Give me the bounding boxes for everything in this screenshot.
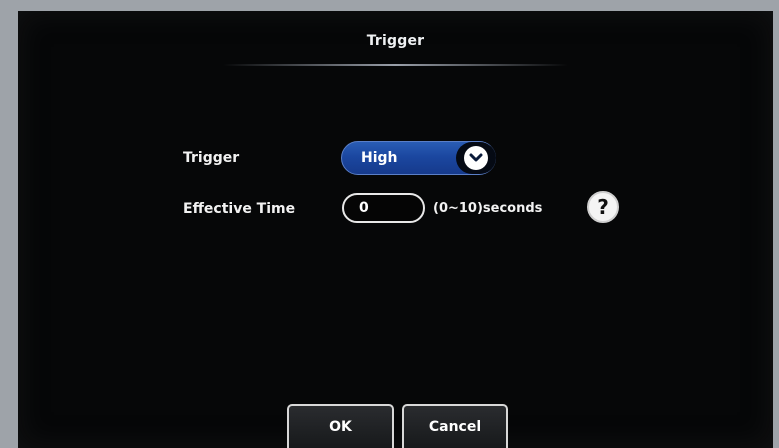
trigger-select[interactable]: High	[341, 141, 496, 175]
trigger-dropdown-button[interactable]	[456, 142, 496, 174]
ok-button[interactable]: OK	[287, 404, 394, 448]
help-icon[interactable]: ?	[587, 191, 619, 223]
trigger-label: Trigger	[183, 150, 240, 166]
effective-time-input[interactable]: 0	[342, 193, 425, 223]
effective-time-label: Effective Time	[183, 201, 296, 217]
effective-time-range: (0~10)seconds	[433, 201, 543, 216]
chevron-down-icon	[464, 146, 488, 170]
title-divider	[223, 64, 568, 66]
screen: Trigger Trigger High Effective Time 0 (0…	[0, 0, 779, 448]
chevron-down-glyph	[469, 153, 483, 162]
effective-time-value: 0	[359, 200, 369, 216]
trigger-dialog: Trigger Trigger High Effective Time 0 (0…	[18, 11, 773, 448]
dialog-title: Trigger	[366, 33, 425, 49]
trigger-selected-value: High	[361, 150, 398, 166]
cancel-button[interactable]: Cancel	[402, 404, 508, 448]
